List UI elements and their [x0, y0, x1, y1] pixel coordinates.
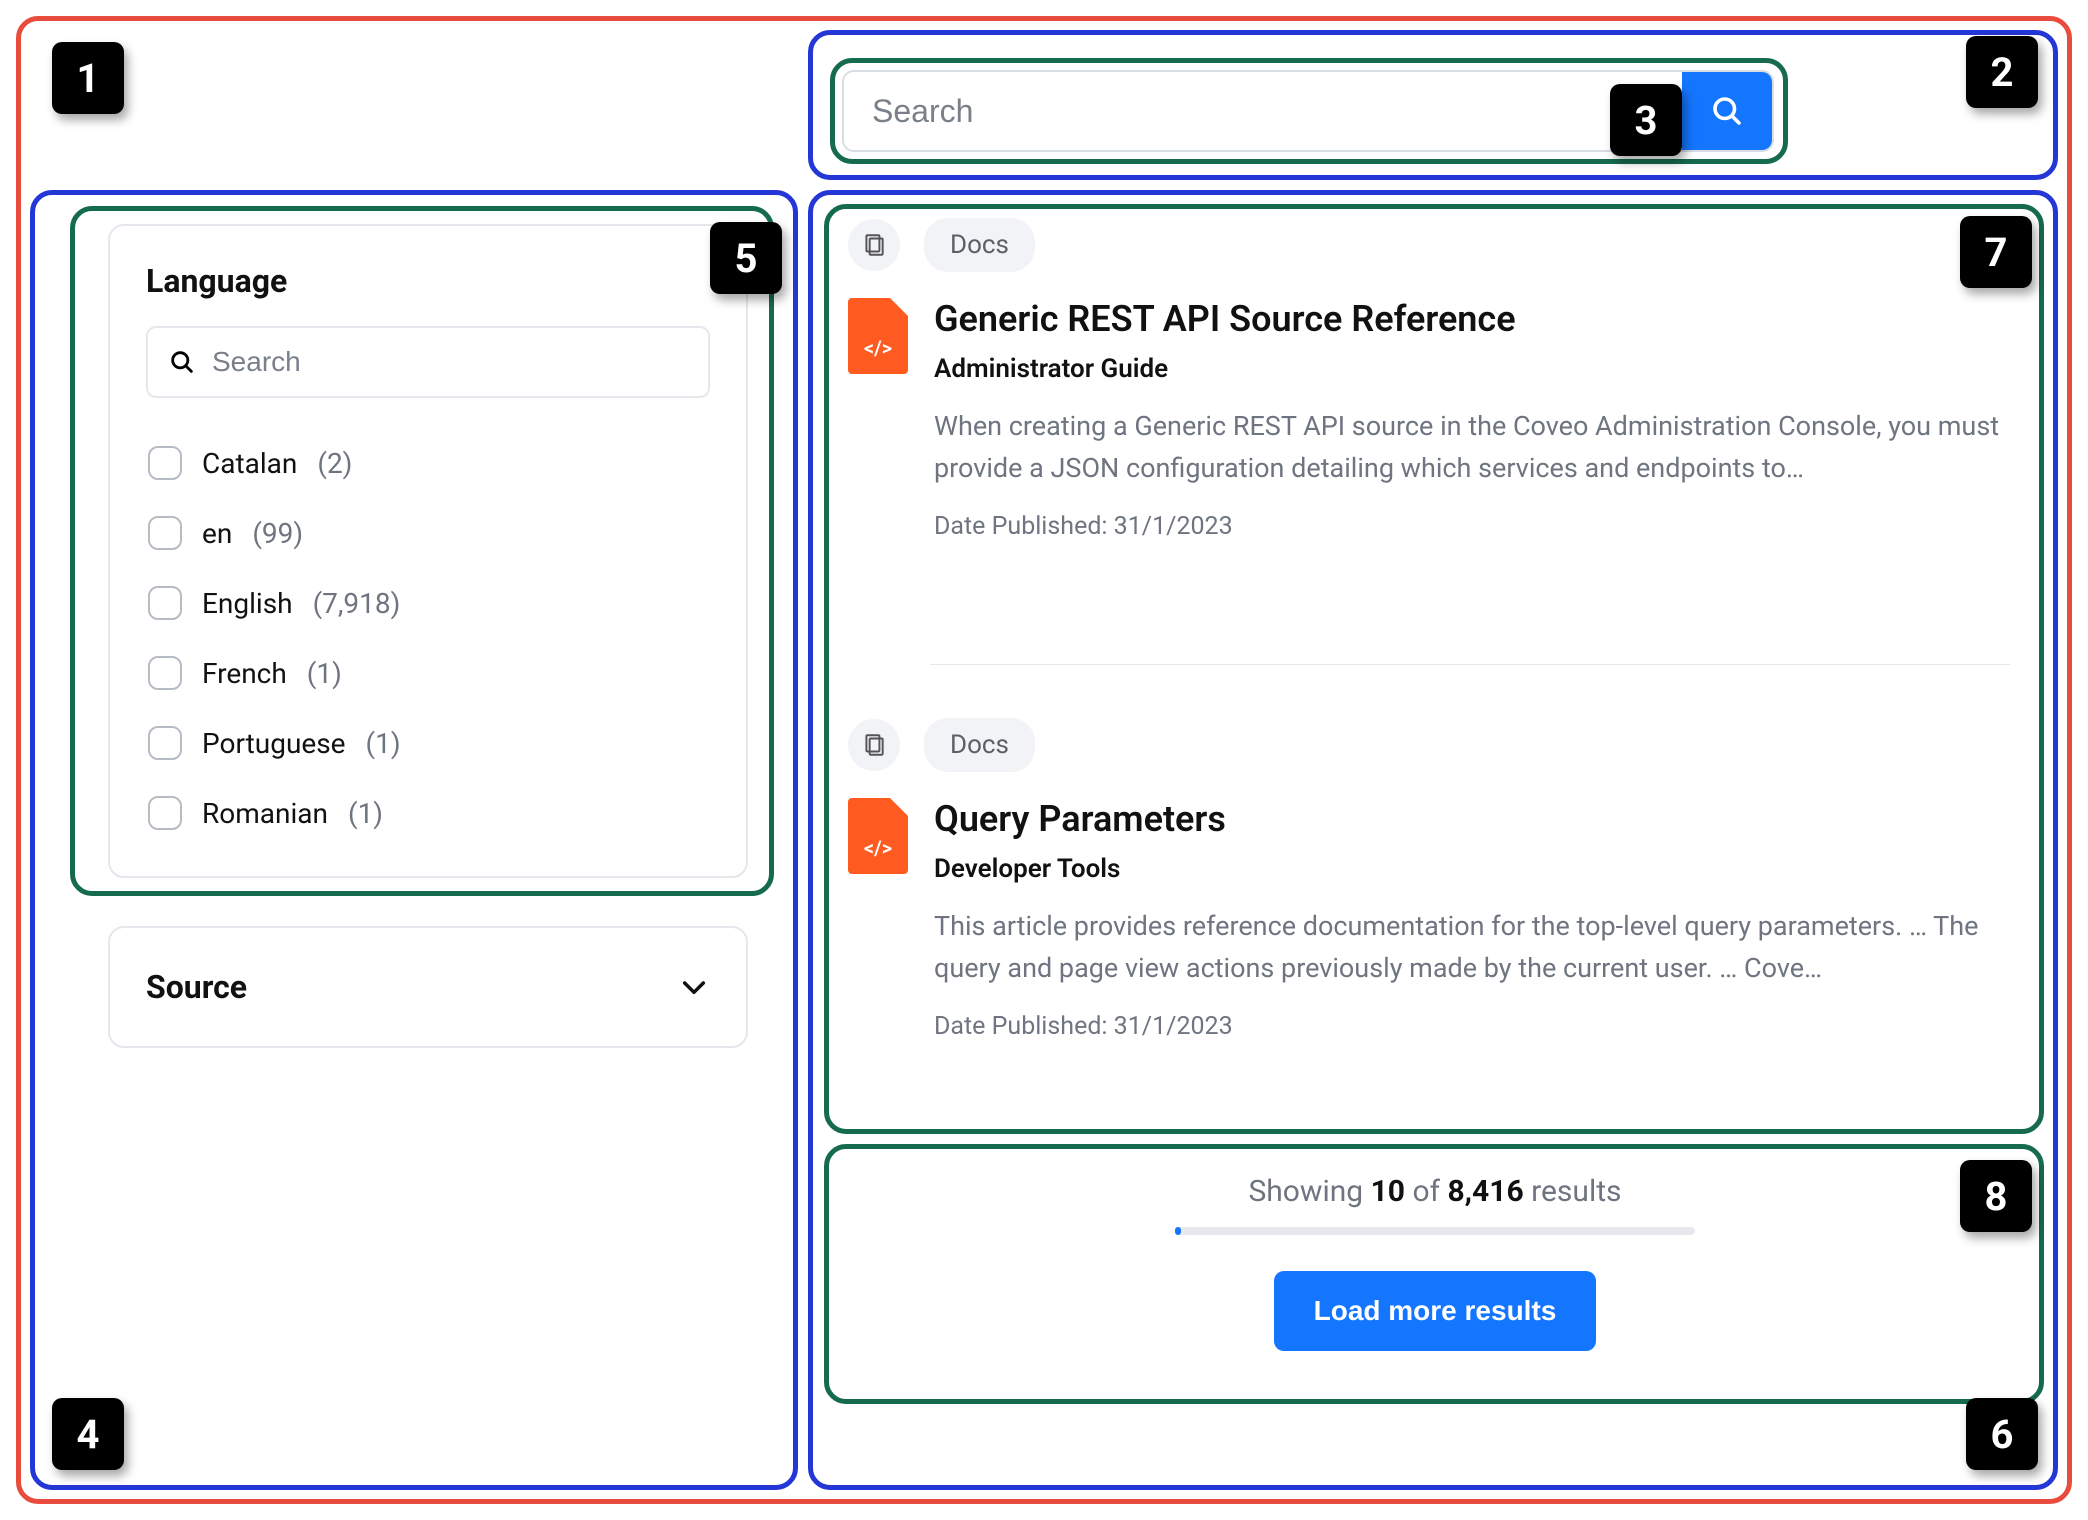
facet-search-input[interactable] — [212, 346, 688, 378]
facet-item-label: English — [202, 587, 293, 620]
facet-source-title: Source — [146, 968, 247, 1006]
result-subtitle: Administrator Guide — [934, 354, 2028, 384]
facet-item-en[interactable]: en (99) — [146, 498, 710, 568]
facet-item-count: (1) — [348, 797, 383, 830]
result-date: Date Published: 31/1/2023 — [934, 512, 2028, 541]
filetype-icon: </> — [848, 298, 908, 374]
chevron-down-icon — [678, 971, 710, 1003]
result-item: Docs </> Generic REST API Source Referen… — [848, 218, 2028, 579]
facet-item-label: en — [202, 517, 232, 550]
checkbox-icon — [148, 586, 182, 620]
marker-3: 3 — [1610, 84, 1682, 156]
checkbox-icon — [148, 796, 182, 830]
marker-6: 6 — [1966, 1398, 2038, 1470]
checkbox-icon — [148, 726, 182, 760]
facet-item-portuguese[interactable]: Portuguese (1) — [146, 708, 710, 778]
result-item: Docs </> Query Parameters Developer Tool… — [848, 718, 2028, 1079]
facet-item-count: (1) — [366, 727, 401, 760]
search-button[interactable] — [1682, 72, 1772, 150]
search-input[interactable] — [844, 72, 1682, 150]
facet-item-count: (7,918) — [313, 587, 401, 620]
quickview-icon — [861, 732, 887, 758]
checkbox-icon — [148, 656, 182, 690]
facet-item-label: French — [202, 657, 287, 690]
marker-8: 8 — [1960, 1160, 2032, 1232]
facet-item-label: Portuguese — [202, 727, 346, 760]
result-subtitle: Developer Tools — [934, 854, 2028, 884]
facet-item-count: (2) — [317, 447, 352, 480]
filetype-icon: </> — [848, 798, 908, 874]
results-progress — [1175, 1227, 1695, 1235]
facet-item-english[interactable]: English (7,918) — [146, 568, 710, 638]
facet-item-count: (99) — [252, 517, 303, 550]
result-title-link[interactable]: Query Parameters — [934, 798, 2028, 840]
result-divider — [930, 664, 2010, 665]
search-icon — [1709, 93, 1745, 129]
marker-4: 4 — [52, 1398, 124, 1470]
result-excerpt: This article provides reference document… — [934, 906, 2028, 990]
checkbox-icon — [148, 516, 182, 550]
facet-item-romanian[interactable]: Romanian (1) — [146, 778, 710, 848]
facet-language: Language Catalan (2) en (99) English (7,… — [108, 224, 748, 878]
quickview-icon — [861, 232, 887, 258]
quickview-button[interactable] — [848, 219, 900, 271]
result-date: Date Published: 31/1/2023 — [934, 1012, 2028, 1041]
marker-5: 5 — [710, 222, 782, 294]
quickview-button[interactable] — [848, 719, 900, 771]
marker-7: 7 — [1960, 216, 2032, 288]
facet-source[interactable]: Source — [108, 926, 748, 1048]
facet-item-label: Romanian — [202, 797, 328, 830]
facet-item-french[interactable]: French (1) — [146, 638, 710, 708]
load-more-button[interactable]: Load more results — [1274, 1271, 1597, 1351]
facet-language-title: Language — [146, 262, 710, 300]
checkbox-icon — [148, 446, 182, 480]
results-status: Showing 10 of 8,416 results — [840, 1174, 2030, 1209]
facet-item-count: (1) — [307, 657, 342, 690]
facet-search-box — [146, 326, 710, 398]
load-more-section: Showing 10 of 8,416 results Load more re… — [840, 1174, 2030, 1351]
marker-1: 1 — [52, 42, 124, 114]
marker-2: 2 — [1966, 36, 2038, 108]
facet-item-catalan[interactable]: Catalan (2) — [146, 428, 710, 498]
result-title-link[interactable]: Generic REST API Source Reference — [934, 298, 2028, 340]
result-excerpt: When creating a Generic REST API source … — [934, 406, 2028, 490]
search-icon — [168, 348, 196, 376]
result-badge: Docs — [924, 218, 1035, 272]
facet-item-label: Catalan — [202, 447, 297, 480]
result-badge: Docs — [924, 718, 1035, 772]
